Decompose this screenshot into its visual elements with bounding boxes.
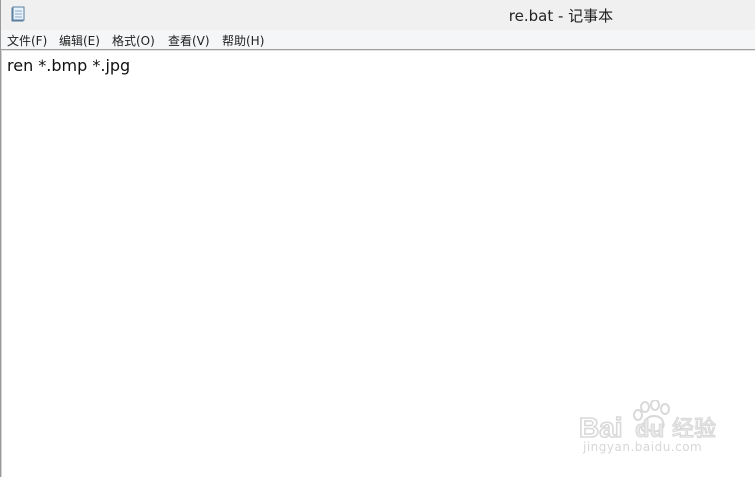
menu-view[interactable]: 查看(V)	[168, 32, 210, 49]
editor-content[interactable]: ren *.bmp *.jpg	[7, 56, 130, 75]
notepad-window: re.bat - 记事本 文件(F) 编辑(E) 格式(O) 查看(V) 帮助(…	[0, 0, 755, 477]
menu-help[interactable]: 帮助(H)	[222, 32, 264, 49]
menu-bar: 文件(F) 编辑(E) 格式(O) 查看(V) 帮助(H)	[1, 30, 755, 50]
window-title: re.bat - 记事本	[508, 7, 614, 25]
menu-edit[interactable]: 编辑(E)	[59, 32, 100, 49]
title-bar[interactable]: re.bat - 记事本	[1, 0, 755, 30]
menu-format[interactable]: 格式(O)	[112, 32, 155, 49]
notepad-icon[interactable]	[11, 6, 25, 22]
menu-file[interactable]: 文件(F)	[7, 32, 47, 49]
text-editor-area[interactable]: ren *.bmp *.jpg	[1, 50, 755, 477]
